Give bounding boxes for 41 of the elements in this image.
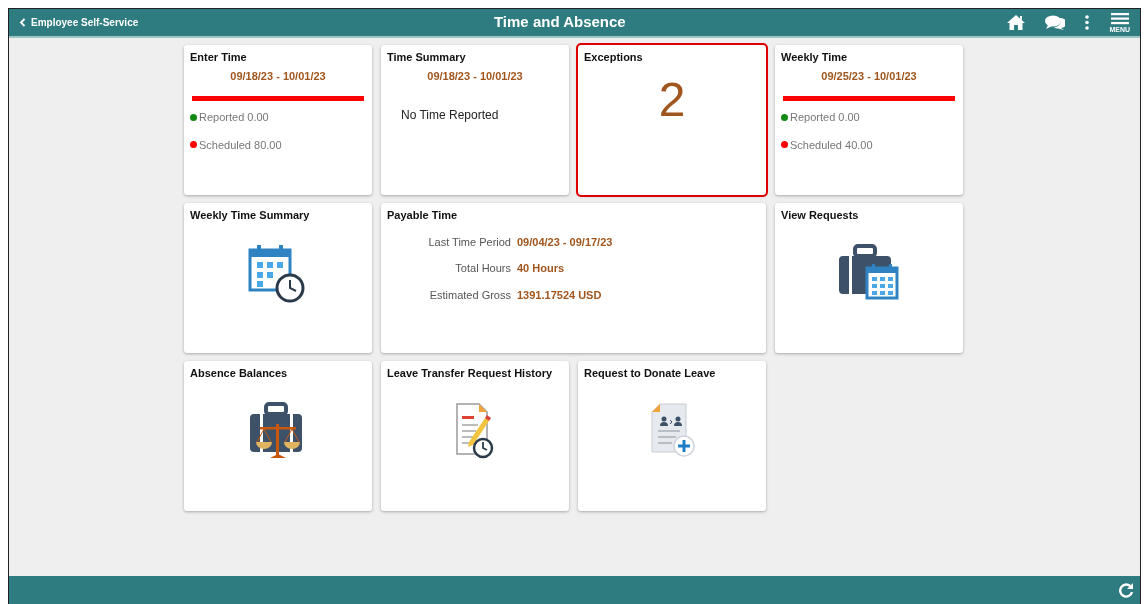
- legend-label: Scheduled 80.00: [199, 137, 282, 153]
- page-title: Time and Absence: [493, 12, 626, 33]
- tile-title: View Requests: [781, 208, 860, 223]
- tile[interactable]: Exceptions 2: [578, 45, 766, 195]
- chat-icon[interactable]: [1045, 15, 1066, 30]
- field-label: Last Time Period: [427, 234, 512, 250]
- tile-title: Request to Donate Leave: [584, 366, 717, 381]
- back-button[interactable]: Employee Self-Service: [15, 15, 143, 30]
- tile[interactable]: Request to Donate Leave: [578, 361, 766, 511]
- field-value: 40 Hours: [517, 261, 565, 276]
- tile-title: Enter Time: [190, 50, 248, 65]
- date-range: 09/18/23 - 10/01/23: [426, 68, 524, 84]
- tile[interactable]: Weekly Time Summary: [184, 203, 372, 353]
- date-range: 09/25/23 - 10/01/23: [820, 68, 918, 84]
- tile-title: Payable Time: [387, 208, 459, 223]
- exception-count: 2: [657, 75, 687, 124]
- menu-icon: [1110, 12, 1129, 25]
- refresh-icon[interactable]: [1118, 582, 1134, 598]
- tile-title: Exceptions: [584, 50, 644, 65]
- field-value: 1391.17524 USD: [517, 287, 602, 303]
- tile-title: Absence Balances: [190, 366, 289, 381]
- field-label: Estimated Gross: [428, 287, 512, 303]
- tile[interactable]: Time Summary 09/18/23 - 10/01/23 No Time Reported: [381, 45, 569, 195]
- legend-label: Reported 0.00: [790, 110, 860, 125]
- tile[interactable]: Payable Time Last Time Period 09/04/23 - 09/17/23 Total Hours 40 Hours Estimated Gross 1391.17524 USD: [381, 203, 766, 353]
- date-range: 09/18/23 - 10/01/23: [229, 68, 327, 84]
- legend-label: Reported 0.00: [199, 110, 269, 125]
- tile[interactable]: Absence Balances: [184, 361, 372, 511]
- tile-title: Time Summary: [387, 50, 467, 65]
- tile-title: Leave Transfer Request History: [387, 366, 554, 381]
- tile-title: Weekly Time Summary: [190, 208, 311, 223]
- status-message: No Time Reported: [401, 107, 500, 124]
- tile-title: Weekly Time: [781, 50, 849, 65]
- tile[interactable]: Leave Transfer Request History: [381, 361, 569, 511]
- more-options-icon[interactable]: [1085, 15, 1090, 30]
- back-icon: [19, 18, 26, 27]
- field-label: Total Hours: [454, 261, 512, 276]
- home-icon[interactable]: [1007, 15, 1026, 30]
- legend-label: Scheduled 40.00: [790, 137, 873, 153]
- tile[interactable]: View Requests: [775, 203, 963, 353]
- field-value: 09/04/23 - 09/17/23: [517, 234, 613, 250]
